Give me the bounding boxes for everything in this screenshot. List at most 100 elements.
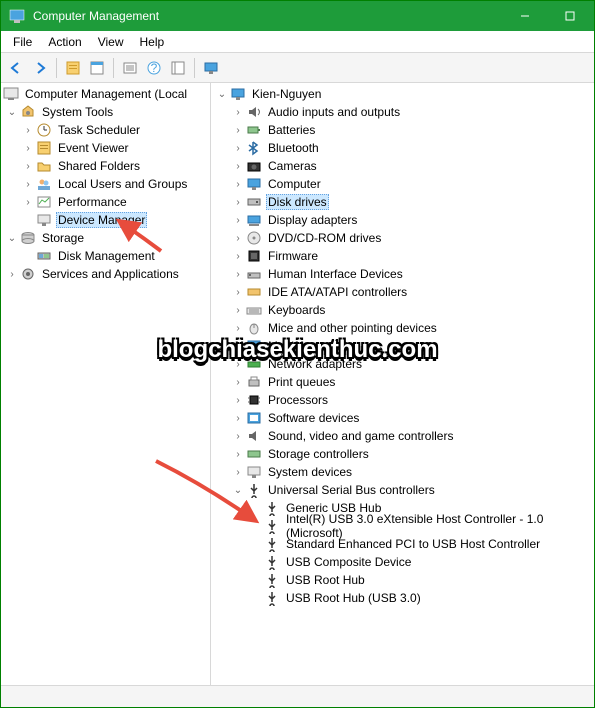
device-computer[interactable]: ›Computer [211, 175, 594, 193]
tree-task-scheduler[interactable]: › Task Scheduler [1, 121, 210, 139]
expander-icon[interactable]: › [231, 195, 245, 209]
device-mice[interactable]: ›Mice and other pointing devices [211, 319, 594, 337]
device-usb-standard[interactable]: Standard Enhanced PCI to USB Host Contro… [211, 535, 594, 553]
toolbar-monitor-button[interactable] [200, 57, 222, 79]
expander-icon[interactable]: › [231, 375, 245, 389]
expander-icon[interactable]: › [231, 357, 245, 371]
tree-label: IDE ATA/ATAPI controllers [266, 285, 409, 299]
device-firmware[interactable]: ›Firmware [211, 247, 594, 265]
expander-icon[interactable]: › [231, 447, 245, 461]
tree-shared-folders[interactable]: › Shared Folders [1, 157, 210, 175]
device-system[interactable]: › System devices [211, 463, 594, 481]
keyboard-icon [246, 302, 262, 318]
device-bluetooth[interactable]: ›Bluetooth [211, 139, 594, 157]
expander-icon[interactable]: › [21, 177, 35, 191]
device-audio[interactable]: ›Audio inputs and outputs [211, 103, 594, 121]
tree-label: Human Interface Devices [266, 267, 405, 281]
expander-icon[interactable]: › [231, 465, 245, 479]
device-network[interactable]: ›Network adapters [211, 355, 594, 373]
tree-event-viewer[interactable]: › Event Viewer [1, 139, 210, 157]
expander-icon[interactable]: › [21, 141, 35, 155]
expander-icon[interactable]: › [231, 159, 245, 173]
tree-root[interactable]: Computer Management (Local [1, 85, 210, 103]
device-usb[interactable]: ⌄Universal Serial Bus controllers [211, 481, 594, 499]
expander-icon[interactable]: › [231, 285, 245, 299]
toolbar-show-hide-button[interactable] [62, 57, 84, 79]
device-hid[interactable]: › Human Interface Devices [211, 265, 594, 283]
menu-view[interactable]: View [90, 33, 132, 51]
usb-icon [264, 554, 280, 570]
menu-help[interactable]: Help [132, 33, 173, 51]
expander-icon[interactable]: › [231, 141, 245, 155]
disk-drive-icon [246, 194, 262, 210]
device-tree[interactable]: ⌄ Kien-Nguyen ›Audio inputs and outputs … [211, 83, 594, 685]
device-sound[interactable]: ›Sound, video and game controllers [211, 427, 594, 445]
forward-button[interactable] [29, 57, 51, 79]
console-tree[interactable]: Computer Management (Local ⌄ System Tool… [1, 83, 211, 685]
ide-icon [246, 284, 262, 300]
toolbar-refresh-button[interactable] [167, 57, 189, 79]
toolbar-help-button[interactable]: ? [143, 57, 165, 79]
expander-icon[interactable]: › [21, 159, 35, 173]
toolbar-export-button[interactable] [119, 57, 141, 79]
device-cameras[interactable]: ›Cameras [211, 157, 594, 175]
device-root[interactable]: ⌄ Kien-Nguyen [211, 85, 594, 103]
tree-label: USB Root Hub [284, 573, 367, 587]
expander-icon[interactable]: ⌄ [215, 87, 229, 101]
tree-storage[interactable]: ⌄ Storage [1, 229, 210, 247]
expander-icon[interactable]: › [231, 339, 245, 353]
tree-services[interactable]: › Services and Applications [1, 265, 210, 283]
expander-icon[interactable]: ⌄ [5, 105, 19, 119]
device-ide[interactable]: › IDE ATA/ATAPI controllers [211, 283, 594, 301]
system-device-icon [246, 464, 262, 480]
device-processors[interactable]: › Processors [211, 391, 594, 409]
expander-icon[interactable]: › [231, 123, 245, 137]
menu-file[interactable]: File [5, 33, 40, 51]
expander-icon[interactable]: › [231, 393, 245, 407]
device-usb-intel[interactable]: Intel(R) USB 3.0 eXtensible Host Control… [211, 517, 594, 535]
device-monitors[interactable]: ›Monitors [211, 337, 594, 355]
minimize-button[interactable] [502, 1, 547, 31]
device-keyboards[interactable]: ›Keyboards [211, 301, 594, 319]
device-display-adapters[interactable]: ›Display adapters [211, 211, 594, 229]
tree-device-manager[interactable]: Device Manager [1, 211, 210, 229]
expander-icon[interactable]: ⌄ [231, 483, 245, 497]
tree-local-users[interactable]: › Local Users and Groups [1, 175, 210, 193]
expander-icon[interactable]: › [231, 231, 245, 245]
device-software[interactable]: ›Software devices [211, 409, 594, 427]
device-storage-controllers[interactable]: ›Storage controllers [211, 445, 594, 463]
device-dvd[interactable]: ›DVD/CD-ROM drives [211, 229, 594, 247]
expander-icon[interactable]: › [231, 303, 245, 317]
expander-icon[interactable]: › [231, 321, 245, 335]
tree-label: Performance [56, 195, 129, 209]
device-batteries[interactable]: ›Batteries [211, 121, 594, 139]
expander-icon[interactable]: › [231, 213, 245, 227]
device-usb-composite[interactable]: USB Composite Device [211, 553, 594, 571]
expander-icon[interactable]: › [231, 105, 245, 119]
back-button[interactable] [5, 57, 27, 79]
tree-disk-management[interactable]: Disk Management [1, 247, 210, 265]
expander-icon[interactable]: › [231, 411, 245, 425]
device-disk-drives[interactable]: ›Disk drives [211, 193, 594, 211]
menu-action[interactable]: Action [40, 33, 89, 51]
toolbar: ? [1, 53, 594, 83]
device-print-queues[interactable]: ›Print queues [211, 373, 594, 391]
expander-icon[interactable]: › [21, 195, 35, 209]
expander-icon[interactable]: › [231, 249, 245, 263]
printer-icon [246, 374, 262, 390]
tree-label: Processors [266, 393, 330, 407]
maximize-button[interactable] [547, 1, 592, 31]
device-usb-root-hub[interactable]: USB Root Hub [211, 571, 594, 589]
expander-icon[interactable]: › [21, 123, 35, 137]
expander-icon[interactable]: ⌄ [5, 231, 19, 245]
tree-label: System devices [266, 465, 354, 479]
tree-system-tools[interactable]: ⌄ System Tools [1, 103, 210, 121]
expander-icon[interactable]: › [5, 267, 19, 281]
expander-icon[interactable]: › [231, 177, 245, 191]
computer-icon [230, 86, 246, 102]
expander-icon[interactable]: › [231, 267, 245, 281]
device-usb-root-hub-3[interactable]: USB Root Hub (USB 3.0) [211, 589, 594, 607]
expander-icon[interactable]: › [231, 429, 245, 443]
tree-performance[interactable]: › Performance [1, 193, 210, 211]
toolbar-properties-button[interactable] [86, 57, 108, 79]
